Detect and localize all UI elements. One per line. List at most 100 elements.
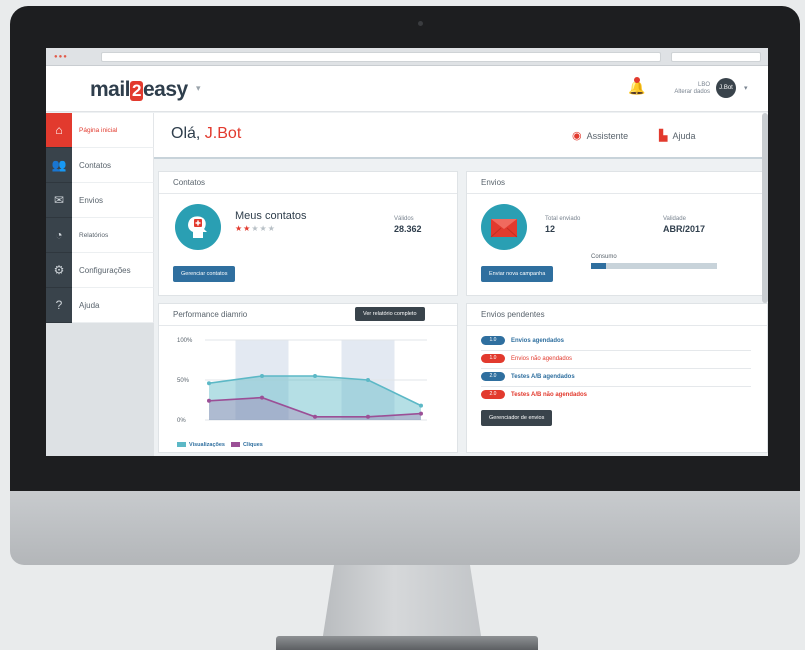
chart-point	[419, 411, 423, 416]
consumption-progress	[591, 263, 717, 269]
help-link[interactable]: ▙ Ajuda	[659, 129, 696, 142]
sends-card: Envios Total enviado 12 Validade ABR/201…	[466, 171, 768, 296]
sidebar-item-settings[interactable]: Configurações	[72, 253, 154, 288]
scrollbar[interactable]	[762, 113, 768, 303]
full-report-button[interactable]: Ver relatório completo	[355, 307, 425, 321]
legend-item-views: Visualizações	[177, 442, 225, 448]
legend-label-clicks: Cliques	[242, 442, 263, 448]
app-logo[interactable]: mail 2easy	[90, 78, 188, 102]
valid-label: Válidos	[394, 216, 414, 222]
rating-stars: ★★★★★	[235, 224, 276, 233]
sidebar-item-contacts[interactable]: Contatos	[72, 148, 154, 183]
camera-dot	[418, 21, 423, 26]
avatar[interactable]: J.Bot	[716, 78, 736, 98]
window-controls[interactable]: ●●●	[54, 54, 68, 60]
home-icon[interactable]: ⌂	[46, 113, 72, 148]
user-subtitle: Alterar dados	[674, 89, 710, 95]
chart-point	[366, 414, 370, 419]
logo-part-2: 2	[130, 81, 143, 101]
chart-point	[313, 414, 317, 419]
legend-item-clicks: Cliques	[230, 442, 263, 448]
user-menu-chevron-icon[interactable]: ▾	[744, 84, 748, 92]
list-item[interactable]: 2.0 Testes A/B agendados	[481, 372, 751, 381]
consumption-progress-fill	[591, 263, 607, 269]
status-badge: 2.0	[481, 372, 505, 381]
list-item[interactable]: 2.0 Testes A/B não agendados	[481, 390, 751, 399]
play-circle-icon: ◉	[572, 130, 582, 142]
contacts-head-icon	[175, 204, 221, 250]
chart-point	[207, 398, 211, 403]
star-empty-icon: ★★★	[251, 224, 276, 233]
chart-y-tick-label: 0%	[177, 418, 186, 424]
divider	[481, 350, 751, 351]
mail-icon[interactable]: ✉	[46, 183, 72, 218]
sidebar-item-sends[interactable]: Envios	[72, 183, 154, 218]
manage-contacts-button[interactable]: Gerenciar contatos	[173, 266, 236, 282]
sidebar-item-help[interactable]: Ajuda	[72, 288, 154, 323]
legend-swatch-views	[177, 442, 186, 448]
sidebar-icon-list: ⌂ 👥 ✉ ◔ ⚙ ?	[46, 113, 72, 323]
notification-badge	[634, 77, 640, 83]
chart-y-tick-label: 50%	[177, 378, 190, 384]
sidebar-icon-rail: ⌂ 👥 ✉ ◔ ⚙ ?	[46, 113, 72, 456]
reports-icon[interactable]: ◔	[46, 218, 72, 253]
contacts-card-title: Contatos	[159, 172, 457, 194]
logo-part-easy: easy	[143, 78, 188, 101]
contacts-icon[interactable]: 👥	[46, 148, 72, 183]
browser-chrome: ●●●	[46, 48, 768, 66]
sidebar-item-reports[interactable]: Relatórios	[72, 218, 154, 253]
screen: ●●● mail 2easy ▾ 🔔 LBO Alterar dados J.Bo…	[46, 48, 768, 456]
help-icon[interactable]: ?	[46, 288, 72, 323]
monitor-mockup: ●●● mail 2easy ▾ 🔔 LBO Alterar dados J.Bo…	[0, 0, 805, 650]
consumption-label: Consumo	[591, 254, 617, 260]
sends-card-title: Envios	[467, 172, 767, 194]
validity-value: ABR/2017	[663, 224, 706, 234]
new-campaign-button[interactable]: Enviar nova campanha	[481, 266, 554, 282]
user-info[interactable]: LBO Alterar dados	[650, 82, 710, 96]
chart-point	[313, 374, 317, 378]
performance-card: Performance diamrio Ver relatório comple…	[158, 303, 458, 453]
page-title: Olá, J.Bot	[171, 125, 241, 143]
monitor-stand-neck	[322, 560, 482, 642]
chart-point	[419, 403, 423, 408]
list-item-label: Testes A/B agendados	[511, 373, 575, 380]
sidebar-item-home[interactable]: Página inicial	[72, 113, 154, 148]
pending-sends-card: Envios pendentes 1.0 Envios agendados 1.…	[466, 303, 768, 453]
sidebar-nav: Página inicial Contatos Envios Relatório…	[72, 113, 176, 456]
contacts-card: Contatos Meus contatos ★★★★★ Válidos 28.…	[158, 171, 458, 296]
assistant-label: Assistente	[586, 130, 629, 141]
monitor-stand-base	[276, 636, 538, 650]
status-badge: 1.0	[481, 336, 505, 345]
pending-sends-title: Envios pendentes	[467, 304, 767, 326]
validity-label: Validade	[663, 216, 686, 222]
chart-legend: Visualizações Cliques	[177, 442, 263, 448]
logo-part-mail: mail	[90, 78, 131, 101]
send-manager-button[interactable]: Gerenciador de envios	[481, 410, 553, 426]
chart-y-tick-label: 100%	[177, 338, 193, 344]
contacts-heading: Meus contatos	[235, 210, 307, 222]
app-header: mail 2easy ▾ 🔔 LBO Alterar dados J.Bot ▾	[46, 66, 768, 112]
legend-swatch-clicks	[230, 442, 240, 448]
chart-point	[366, 378, 370, 382]
legend-label-views: Visualizações	[189, 442, 225, 448]
chart-point	[260, 395, 264, 400]
browser-search-box[interactable]	[671, 52, 761, 62]
gear-icon[interactable]: ⚙	[46, 253, 72, 288]
list-item-label: Envios agendados	[511, 337, 565, 344]
monitor-chin	[10, 487, 800, 565]
chart-point	[260, 374, 264, 378]
main-content: Olá, J.Bot ◉ Assistente ▙ Ajuda Contatos	[154, 113, 768, 456]
address-bar[interactable]	[101, 52, 661, 62]
list-item[interactable]: 1.0 Envios agendados	[481, 336, 751, 345]
notification-bell-icon[interactable]: 🔔	[628, 77, 645, 96]
performance-card-header: Performance diamrio Ver relatório comple…	[159, 304, 457, 326]
chevron-down-icon[interactable]: ▾	[196, 83, 201, 94]
assistant-link[interactable]: ◉ Assistente	[572, 129, 628, 142]
performance-chart: 100% 50% 0%	[177, 338, 427, 424]
greeting-prefix: Olá,	[171, 125, 201, 142]
total-sent-label: Total enviado	[545, 216, 581, 222]
list-item[interactable]: 1.0 Envios não agendados	[481, 354, 751, 363]
divider	[481, 368, 751, 369]
user-name: LBO	[697, 82, 710, 88]
divider	[481, 386, 751, 387]
